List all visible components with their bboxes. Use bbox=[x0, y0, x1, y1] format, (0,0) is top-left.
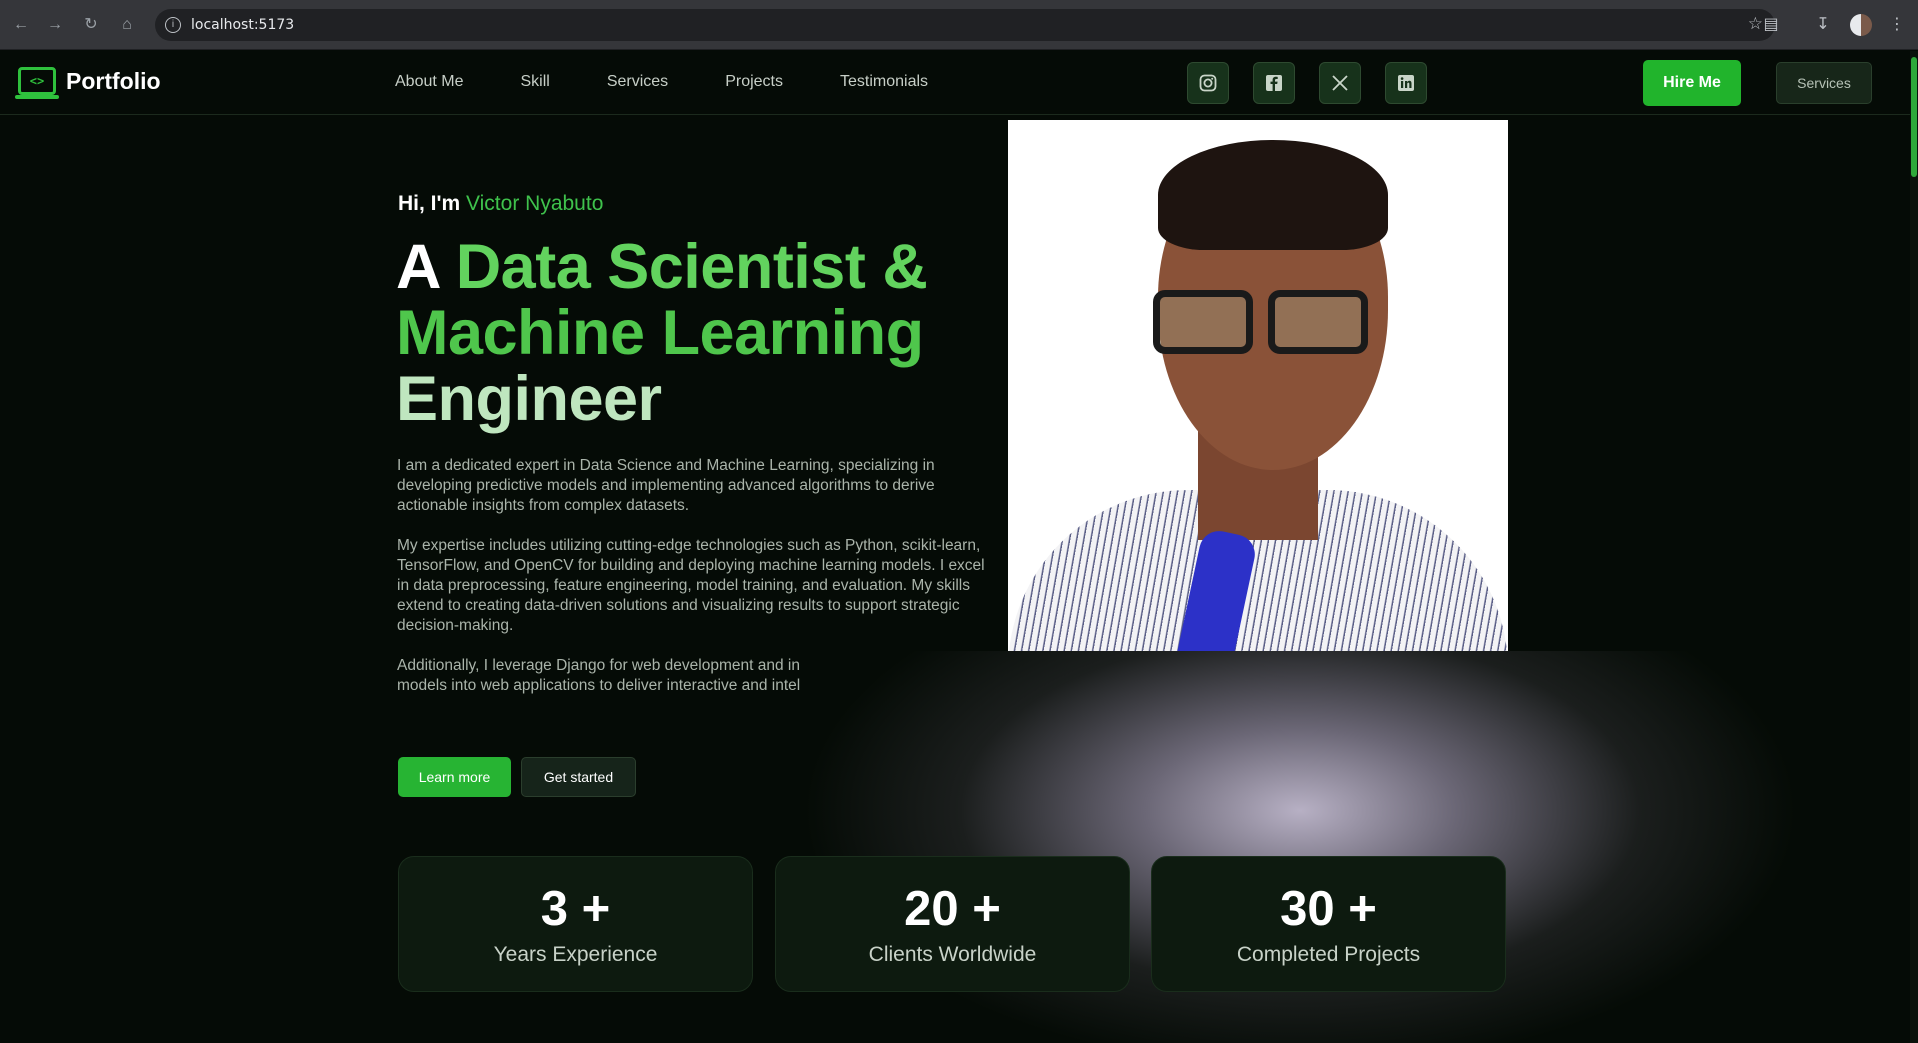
top-navbar: <> Portfolio About Me Skill Services Pro… bbox=[0, 51, 1910, 115]
intro-paragraph: I am a dedicated expert in Data Science … bbox=[397, 457, 935, 514]
headline-machine-learning: Machine Learning bbox=[396, 298, 924, 368]
headline-data-scientist: Data Scientist & bbox=[455, 232, 928, 302]
greeting-name: Victor Nyabuto bbox=[466, 192, 604, 215]
nav-link-skill[interactable]: Skill bbox=[520, 73, 549, 91]
services-button[interactable]: Services bbox=[1776, 62, 1872, 104]
reload-icon[interactable]: ↻ bbox=[80, 14, 102, 36]
nav-link-projects[interactable]: Projects bbox=[725, 73, 783, 91]
nav-link-services[interactable]: Services bbox=[607, 73, 668, 91]
stat-card-projects: 30 + Completed Projects bbox=[1151, 856, 1506, 992]
get-started-button[interactable]: Get started bbox=[521, 757, 636, 797]
learn-more-button[interactable]: Learn more bbox=[398, 757, 511, 797]
headline-engineer: Engineer bbox=[396, 364, 662, 434]
hire-me-button[interactable]: Hire Me bbox=[1643, 60, 1741, 106]
back-icon[interactable]: ← bbox=[10, 14, 32, 36]
greeting: Hi, I'm Victor Nyabuto bbox=[398, 192, 603, 216]
menu-kebab-icon[interactable]: ⋮ bbox=[1886, 14, 1908, 36]
social-links bbox=[1187, 62, 1427, 104]
photo-hair bbox=[1158, 140, 1388, 250]
profile-avatar[interactable] bbox=[1850, 14, 1872, 36]
page: <> Portfolio About Me Skill Services Pro… bbox=[0, 51, 1918, 1043]
facebook-icon[interactable] bbox=[1253, 62, 1295, 104]
logo[interactable]: <> Portfolio bbox=[15, 67, 161, 99]
site-info-icon[interactable]: i bbox=[165, 17, 181, 33]
headline-a: A bbox=[396, 232, 439, 302]
nav-link-about[interactable]: About Me bbox=[395, 73, 463, 91]
hero-headline: A Data Scientist & Machine Learning Engi… bbox=[396, 234, 996, 432]
stat-value: 3 + bbox=[540, 882, 611, 936]
extensions-icon[interactable]: ▤ bbox=[1760, 14, 1782, 36]
linkedin-icon[interactable] bbox=[1385, 62, 1427, 104]
expertise-paragraph: My expertise includes utilizing cutting-… bbox=[397, 537, 985, 634]
stat-value: 30 + bbox=[1280, 882, 1377, 936]
scrollbar-thumb[interactable] bbox=[1911, 57, 1917, 177]
x-icon[interactable] bbox=[1319, 62, 1361, 104]
stat-label: Clients Worldwide bbox=[868, 943, 1037, 966]
download-icon[interactable]: ↧ bbox=[1812, 14, 1834, 36]
nav-link-testimonials[interactable]: Testimonials bbox=[840, 73, 928, 91]
greeting-prefix: Hi, I'm bbox=[398, 192, 461, 215]
stat-card-clients: 20 + Clients Worldwide bbox=[775, 856, 1130, 992]
stat-card-experience: 3 + Years Experience bbox=[398, 856, 753, 992]
photo-glasses bbox=[1143, 290, 1393, 360]
instagram-icon[interactable] bbox=[1187, 62, 1229, 104]
home-icon[interactable]: ⌂ bbox=[116, 14, 138, 36]
logo-text: Portfolio bbox=[66, 67, 161, 94]
forward-icon[interactable]: → bbox=[44, 14, 66, 36]
stat-value: 20 + bbox=[904, 882, 1001, 936]
nav-links: About Me Skill Services Projects Testimo… bbox=[395, 73, 985, 91]
laptop-code-icon: <> bbox=[15, 67, 59, 99]
page-scrollbar[interactable] bbox=[1910, 51, 1918, 1043]
stat-label: Completed Projects bbox=[1236, 943, 1421, 966]
url-text[interactable]: localhost:5173 bbox=[191, 17, 294, 33]
stat-label: Years Experience bbox=[493, 943, 658, 966]
address-bar[interactable]: i localhost:5173 ☆ bbox=[155, 9, 1775, 41]
browser-toolbar: ← → ↻ ⌂ i localhost:5173 ☆ ▤ ↧ ⋮ bbox=[0, 0, 1918, 50]
